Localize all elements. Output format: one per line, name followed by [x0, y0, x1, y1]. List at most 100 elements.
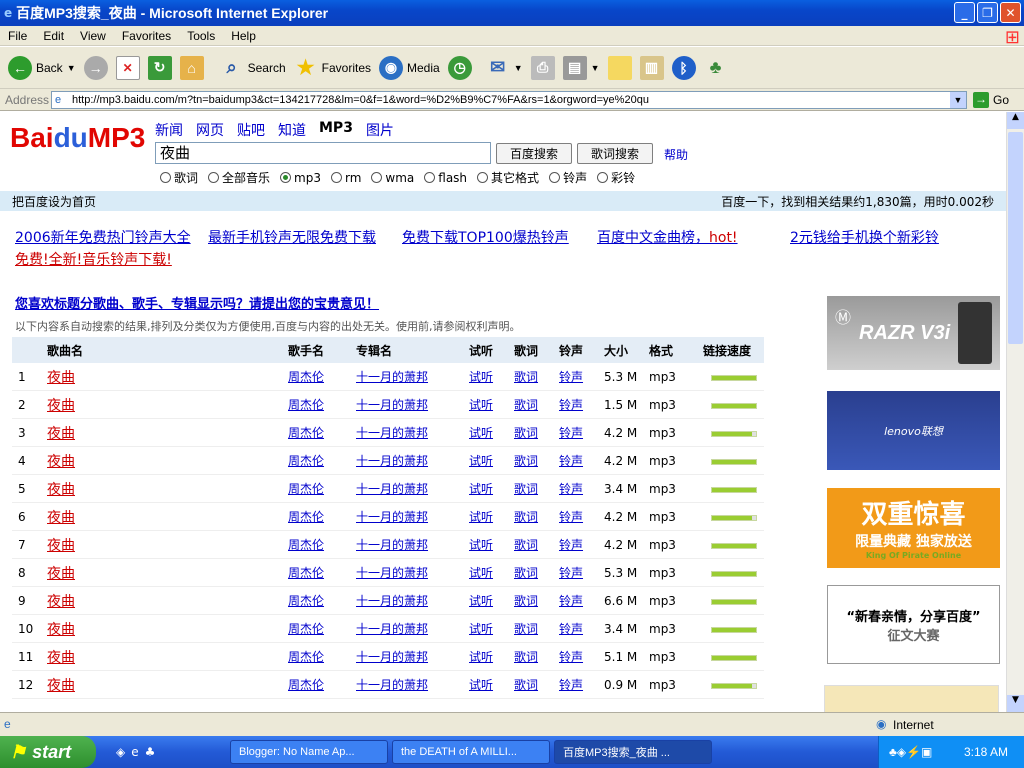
artist-link[interactable]: 周杰伦: [288, 648, 356, 665]
menu-view[interactable]: View: [72, 29, 114, 43]
bluetooth-button[interactable]: ᛒ: [671, 55, 696, 80]
lyrics-search-button[interactable]: 歌词搜索: [577, 143, 653, 164]
start-button[interactable]: ⚑ start: [0, 736, 96, 768]
edit-button[interactable]: ▤ ▼: [562, 55, 600, 80]
close-button[interactable]: ✕: [1000, 2, 1021, 23]
promo-link-4[interactable]: 百度中文金曲榜，hot!: [597, 227, 738, 247]
lyrics-link[interactable]: 歌词: [514, 368, 559, 385]
feedback-link[interactable]: 您喜欢标题分歌曲、歌手、专辑显示吗？请提出您的宝贵意见！: [15, 293, 379, 312]
go-button[interactable]: → Go: [973, 91, 1009, 108]
forward-button[interactable]: →: [83, 55, 108, 80]
address-dropdown[interactable]: ▼: [950, 91, 966, 108]
album-link[interactable]: 十一月的萧邦: [356, 424, 469, 441]
media-button[interactable]: ◉ Media: [379, 55, 440, 80]
lyrics-link[interactable]: 歌词: [514, 396, 559, 413]
listen-link[interactable]: 试听: [469, 592, 514, 609]
listen-link[interactable]: 试听: [469, 368, 514, 385]
spring-essay-ad[interactable]: “新春亲情，分享百度” 征文大赛: [827, 585, 1000, 664]
radio-dot[interactable]: [371, 172, 383, 183]
song-link[interactable]: 夜曲: [47, 675, 288, 695]
radio-dot[interactable]: [477, 172, 489, 183]
song-link[interactable]: 夜曲: [47, 451, 288, 471]
ringtone-link[interactable]: 铃声: [559, 396, 604, 413]
vertical-scrollbar[interactable]: ▲ ▼: [1006, 112, 1024, 712]
mail-button[interactable]: ✉ ▼: [486, 56, 522, 80]
song-link[interactable]: 夜曲: [47, 535, 288, 555]
baidu-mp3-logo[interactable]: BaiduMP3: [10, 122, 145, 154]
scroll-up-button[interactable]: ▲: [1007, 112, 1024, 129]
lyrics-link[interactable]: 歌词: [514, 452, 559, 469]
song-link[interactable]: 夜曲: [47, 591, 288, 611]
favorites-button[interactable]: ★ Favorites: [294, 56, 371, 80]
baidu-search-button[interactable]: 百度搜索: [496, 143, 572, 164]
ie-quicklaunch-icon[interactable]: e: [131, 745, 138, 759]
menu-tools[interactable]: Tools: [179, 29, 223, 43]
minimize-button[interactable]: _: [954, 2, 975, 23]
back-button[interactable]: ← Back ▼: [8, 55, 76, 80]
scroll-thumb[interactable]: [1008, 132, 1023, 344]
ringtone-link[interactable]: 铃声: [559, 676, 604, 693]
radio-dot[interactable]: [280, 172, 292, 183]
nav-images[interactable]: 图片: [366, 120, 394, 140]
promo-link-1[interactable]: 2006新年免费热门铃声大全: [15, 227, 191, 247]
album-link[interactable]: 十一月的萧邦: [356, 368, 469, 385]
song-link[interactable]: 夜曲: [47, 423, 288, 443]
menu-favorites[interactable]: Favorites: [114, 29, 179, 43]
lyrics-link[interactable]: 歌词: [514, 592, 559, 609]
radio-dot[interactable]: [208, 172, 220, 183]
nav-web[interactable]: 网页: [196, 120, 224, 140]
format-radio-8[interactable]: 彩铃: [597, 169, 635, 186]
task-baidu-mp3[interactable]: 百度MP3搜索_夜曲 ...: [554, 740, 712, 764]
ringtone-link[interactable]: 铃声: [559, 424, 604, 441]
research-button[interactable]: ▥: [639, 55, 664, 80]
artist-link[interactable]: 周杰伦: [288, 396, 356, 413]
artist-link[interactable]: 周杰伦: [288, 592, 356, 609]
task-blogger[interactable]: Blogger: No Name Ap...: [230, 740, 388, 764]
promo-link-6[interactable]: 免费!全新!音乐铃声下载!: [15, 249, 172, 269]
artist-link[interactable]: 周杰伦: [288, 368, 356, 385]
format-radio-1[interactable]: 全部音乐: [208, 169, 270, 186]
lyrics-link[interactable]: 歌词: [514, 620, 559, 637]
menu-edit[interactable]: Edit: [35, 29, 72, 43]
search-button[interactable]: ⌕ Search: [220, 56, 286, 80]
ringtone-link[interactable]: 铃声: [559, 452, 604, 469]
history-button[interactable]: ◷: [447, 55, 472, 80]
song-link[interactable]: 夜曲: [47, 367, 288, 387]
song-link[interactable]: 夜曲: [47, 507, 288, 527]
ringtone-link[interactable]: 铃声: [559, 592, 604, 609]
album-link[interactable]: 十一月的萧邦: [356, 396, 469, 413]
artist-link[interactable]: 周杰伦: [288, 564, 356, 581]
album-link[interactable]: 十一月的萧邦: [356, 648, 469, 665]
partial-ad[interactable]: [824, 685, 999, 712]
song-link[interactable]: 夜曲: [47, 619, 288, 639]
refresh-button[interactable]: ↻: [147, 55, 172, 80]
promo-link-3[interactable]: 免费下载TOP100爆热铃声: [402, 227, 569, 247]
listen-link[interactable]: 试听: [469, 480, 514, 497]
lyrics-link[interactable]: 歌词: [514, 676, 559, 693]
radio-dot[interactable]: [160, 172, 171, 183]
album-link[interactable]: 十一月的萧邦: [356, 564, 469, 581]
listen-link[interactable]: 试听: [469, 620, 514, 637]
lyrics-link[interactable]: 歌词: [514, 424, 559, 441]
pirate-online-ad[interactable]: 双重惊喜 限量典藏 独家放送 King Of Pirate Online: [827, 488, 1000, 568]
ringtone-link[interactable]: 铃声: [559, 564, 604, 581]
album-link[interactable]: 十一月的萧邦: [356, 536, 469, 553]
listen-link[interactable]: 试听: [469, 564, 514, 581]
listen-link[interactable]: 试听: [469, 508, 514, 525]
radio-dot[interactable]: [424, 172, 436, 183]
radio-dot[interactable]: [330, 172, 342, 183]
format-radio-5[interactable]: flash: [424, 169, 467, 186]
search-input[interactable]: 夜曲: [155, 142, 491, 164]
album-link[interactable]: 十一月的萧邦: [356, 452, 469, 469]
quicklaunch-icon-1[interactable]: ◈: [116, 745, 125, 759]
tray-icons[interactable]: ♣◈⚡▣: [889, 745, 932, 759]
nav-news[interactable]: 新闻: [155, 120, 183, 140]
motorola-ad[interactable]: Ⓜ RAZR V3i: [827, 296, 1000, 370]
home-button[interactable]: ⌂: [179, 55, 204, 80]
album-link[interactable]: 十一月的萧邦: [356, 508, 469, 525]
nav-zhidao[interactable]: 知道: [278, 120, 306, 140]
promo-link-2[interactable]: 最新手机铃声无限免费下载: [208, 227, 376, 247]
ringtone-link[interactable]: 铃声: [559, 480, 604, 497]
quicklaunch-icon-3[interactable]: ♣: [145, 745, 156, 759]
menu-file[interactable]: File: [0, 29, 35, 43]
